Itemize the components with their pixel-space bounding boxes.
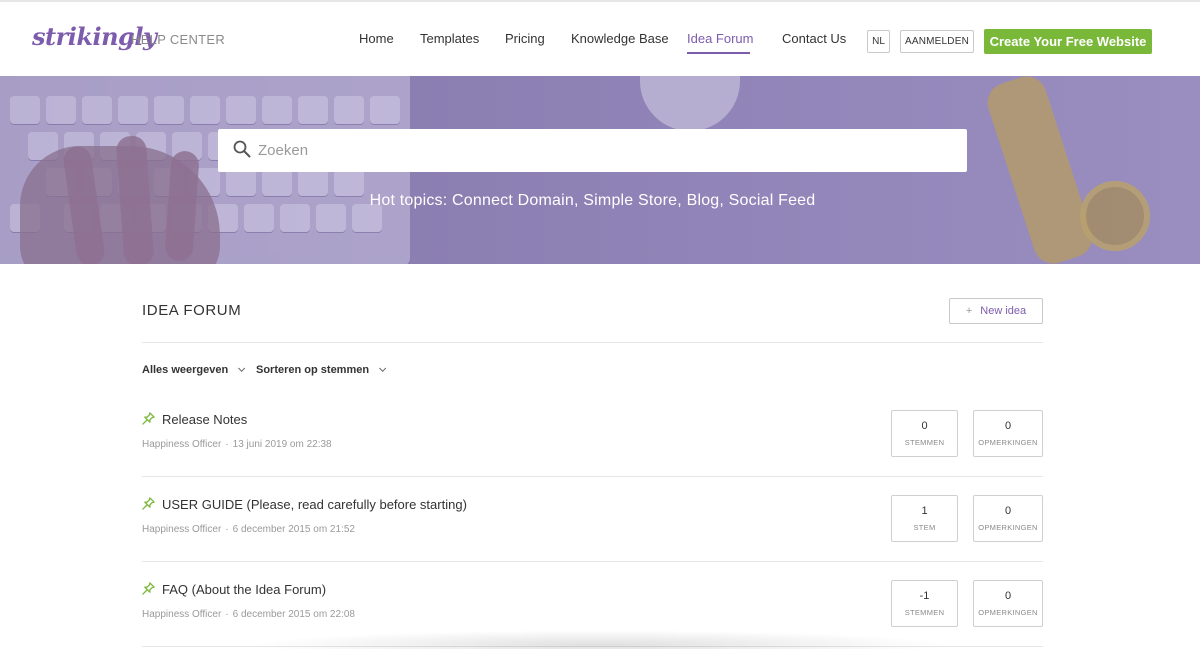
- site-header: strikingly HELP CENTER Home Templates Pr…: [0, 2, 1200, 76]
- nav-home[interactable]: Home: [359, 31, 394, 46]
- watch-strap-image: [982, 76, 1098, 264]
- comment-label: OPMERKINGEN: [978, 438, 1038, 447]
- post-meta: Happiness Officer · 6 december 2015 om 22:…: [142, 609, 355, 620]
- comment-box[interactable]: 0 OPMERKINGEN: [973, 580, 1043, 627]
- vote-count: 1: [921, 505, 928, 517]
- pin-icon: [142, 412, 155, 425]
- nav-idea-forum[interactable]: Idea Forum: [687, 31, 753, 46]
- mouse-image: [640, 76, 740, 131]
- vote-label: STEMMEN: [904, 438, 945, 447]
- vote-box[interactable]: 1 STEM: [891, 495, 958, 542]
- language-button[interactable]: NL: [867, 30, 890, 53]
- search-box: [218, 129, 967, 172]
- nav-knowledge-base[interactable]: Knowledge Base: [571, 31, 669, 46]
- create-website-button[interactable]: Create Your Free Website: [984, 29, 1152, 54]
- new-idea-label: New idea: [980, 305, 1027, 317]
- vote-label: STEM: [913, 523, 936, 532]
- pin-icon: [142, 497, 155, 510]
- divider: [142, 342, 1043, 343]
- login-button[interactable]: AANMELDEN: [900, 30, 974, 53]
- sort-label: Sorteren op stemmen: [256, 364, 370, 376]
- page-title: IDEA FORUM: [142, 302, 242, 319]
- post-date: 13 juni 2019 om 22:38: [232, 439, 332, 450]
- vote-box[interactable]: 0 STEMMEN: [891, 410, 958, 457]
- comment-box[interactable]: 0 OPMERKINGEN: [973, 410, 1043, 457]
- new-idea-button[interactable]: + New idea: [949, 298, 1043, 324]
- post-date: 6 december 2015 om 22:08: [232, 609, 355, 620]
- post-author[interactable]: Happiness Officer: [142, 524, 221, 535]
- nav-pricing[interactable]: Pricing: [505, 31, 545, 46]
- post-meta: Happiness Officer · 6 december 2015 om 21:…: [142, 524, 355, 535]
- comment-count: 0: [1004, 590, 1012, 602]
- comment-label: OPMERKINGEN: [978, 608, 1038, 617]
- active-nav-underline: [687, 52, 750, 54]
- pin-icon: [142, 582, 155, 595]
- post-author[interactable]: Happiness Officer: [142, 439, 221, 450]
- hero-banner: Hot topics: Connect Domain, Simple Store…: [0, 76, 1200, 264]
- post-title[interactable]: USER GUIDE (Please, read carefully befor…: [162, 497, 467, 512]
- vote-count: 0: [921, 420, 928, 432]
- comment-count: 0: [1004, 420, 1012, 432]
- post-title[interactable]: Release Notes: [162, 412, 247, 427]
- help-center-label: HELP CENTER: [131, 32, 226, 47]
- comment-count: 0: [1004, 505, 1012, 517]
- plus-icon: +: [965, 305, 973, 317]
- chevron-down-icon: [238, 364, 246, 372]
- vote-label: STEMMEN: [904, 608, 945, 617]
- bottom-shadow: [250, 630, 950, 649]
- chevron-down-icon: [379, 364, 387, 372]
- post-date: 6 december 2015 om 21:52: [232, 524, 355, 535]
- post-meta: Happiness Officer · 13 juni 2019 om 22:38: [142, 439, 332, 450]
- nav-templates[interactable]: Templates: [420, 31, 479, 46]
- hot-topics-text: Hot topics: Connect Domain, Simple Store…: [369, 192, 816, 209]
- divider: [142, 561, 1043, 562]
- divider: [142, 476, 1043, 477]
- filter-show-label: Alles weergeven: [142, 364, 229, 376]
- filter-show-dropdown[interactable]: Alles weergeven: [142, 364, 246, 376]
- nav-contact-us[interactable]: Contact Us: [782, 31, 846, 46]
- post-title[interactable]: FAQ (About the Idea Forum): [162, 582, 326, 597]
- post-author[interactable]: Happiness Officer: [142, 609, 221, 620]
- search-icon: [233, 140, 251, 158]
- sort-dropdown[interactable]: Sorteren op stemmen: [256, 364, 387, 376]
- search-input[interactable]: [258, 129, 948, 172]
- comment-label: OPMERKINGEN: [978, 523, 1038, 532]
- vote-count: -1: [919, 590, 930, 602]
- vote-box[interactable]: -1 STEMMEN: [891, 580, 958, 627]
- comment-box[interactable]: 0 OPMERKINGEN: [973, 495, 1043, 542]
